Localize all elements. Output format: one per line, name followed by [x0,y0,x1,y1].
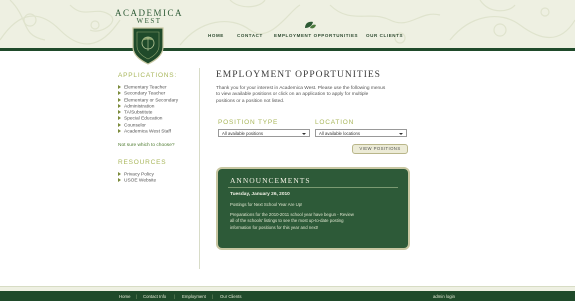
location-value: All available locations [319,131,361,136]
bullet-arrow-icon [118,172,121,176]
resources-heading: RESOURCES [118,159,167,166]
page-title: EMPLOYMENT OPPORTUNITIES [216,70,381,80]
footer-separator: | [212,294,214,299]
announcement-date: Tuesday, January 26, 2010 [230,192,290,197]
application-link-elementary-or-secondary[interactable]: Elementary or Secondary [118,97,178,104]
footer-link-contact-info[interactable]: Contact Info [143,294,166,299]
announcements-panel: ANNOUNCEMENTS Tuesday, January 26, 2010 … [216,167,410,250]
header-stripe [0,48,575,51]
academica-crest-logo[interactable] [132,27,164,65]
bullet-arrow-icon [118,110,121,115]
applications-list: Elementary Teacher Secondary Teacher Ele… [118,85,178,135]
position-type-value: All available positions [222,131,264,136]
nav-contact[interactable]: CONTACT [237,33,263,38]
location-select[interactable]: All available locations [315,129,407,137]
applications-heading: APPLICATIONS: [118,72,178,79]
nav-our-clients[interactable]: OUR CLIENTS [366,33,403,38]
announcement-body-line: information for positions for this year … [230,224,319,230]
sidebar-divider [199,68,200,269]
announcements-divider [228,187,398,188]
chevron-down-icon [399,133,403,135]
site-header: ACADEMICA WEST HOME CONTACT EMPLOYMENT O… [0,0,575,49]
bullet-arrow-icon [118,116,121,121]
not-sure-link[interactable]: Not sure which to choose? [118,143,175,148]
resources-list: Privacy Policy USOE Website [118,172,156,185]
view-positions-button[interactable]: VIEW POSITIONS [352,144,408,154]
bullet-arrow-icon [118,129,121,134]
announcement-post-body: Preparations for the 2010-2011 school ye… [230,212,400,231]
location-label: LOCATION [315,119,355,126]
position-type-label: POSITION TYPE [218,119,279,126]
bullet-arrow-icon [118,97,121,102]
chevron-down-icon [302,133,306,135]
footer-separator: | [136,294,138,299]
announcement-post-title: Postings for Next School Year Are Up! [230,202,303,207]
bullet-arrow-icon [118,91,121,96]
footer-link-home[interactable]: Home [119,294,130,299]
logo-name-line1: ACADEMICA [115,8,184,18]
logo-name-line2: WEST [136,17,162,25]
footer-link-employment[interactable]: Employment [182,294,206,299]
application-link-academica-west-staff[interactable]: Academica West Staff [118,129,178,135]
nav-home[interactable]: HOME [208,33,224,38]
bullet-arrow-icon [118,103,121,108]
leaf-ornament-icon [305,21,316,29]
floral-pattern-background [0,0,575,46]
footer-link-our-clients[interactable]: Our Clients [220,294,242,299]
announcements-title: ANNOUNCEMENTS [230,176,311,185]
bullet-arrow-icon [118,178,121,183]
logo-text[interactable]: ACADEMICA WEST [115,8,184,26]
intro-text: Thank you for your interest in Academica… [216,86,416,105]
bullet-arrow-icon [118,122,121,127]
bullet-arrow-icon [118,85,121,89]
intro-line: positions or a position not listed. [216,98,285,104]
site-footer: Home | Contact Info | Employment | Our C… [0,291,575,301]
position-type-select[interactable]: All available positions [218,129,310,137]
nav-employment-opportunities[interactable]: EMPLOYMENT OPPORTUNITIES [274,33,358,38]
footer-separator: | [174,294,176,299]
admin-login-link[interactable]: admin login [433,294,455,299]
resource-link-usoe-website[interactable]: USOE Website [118,178,156,184]
